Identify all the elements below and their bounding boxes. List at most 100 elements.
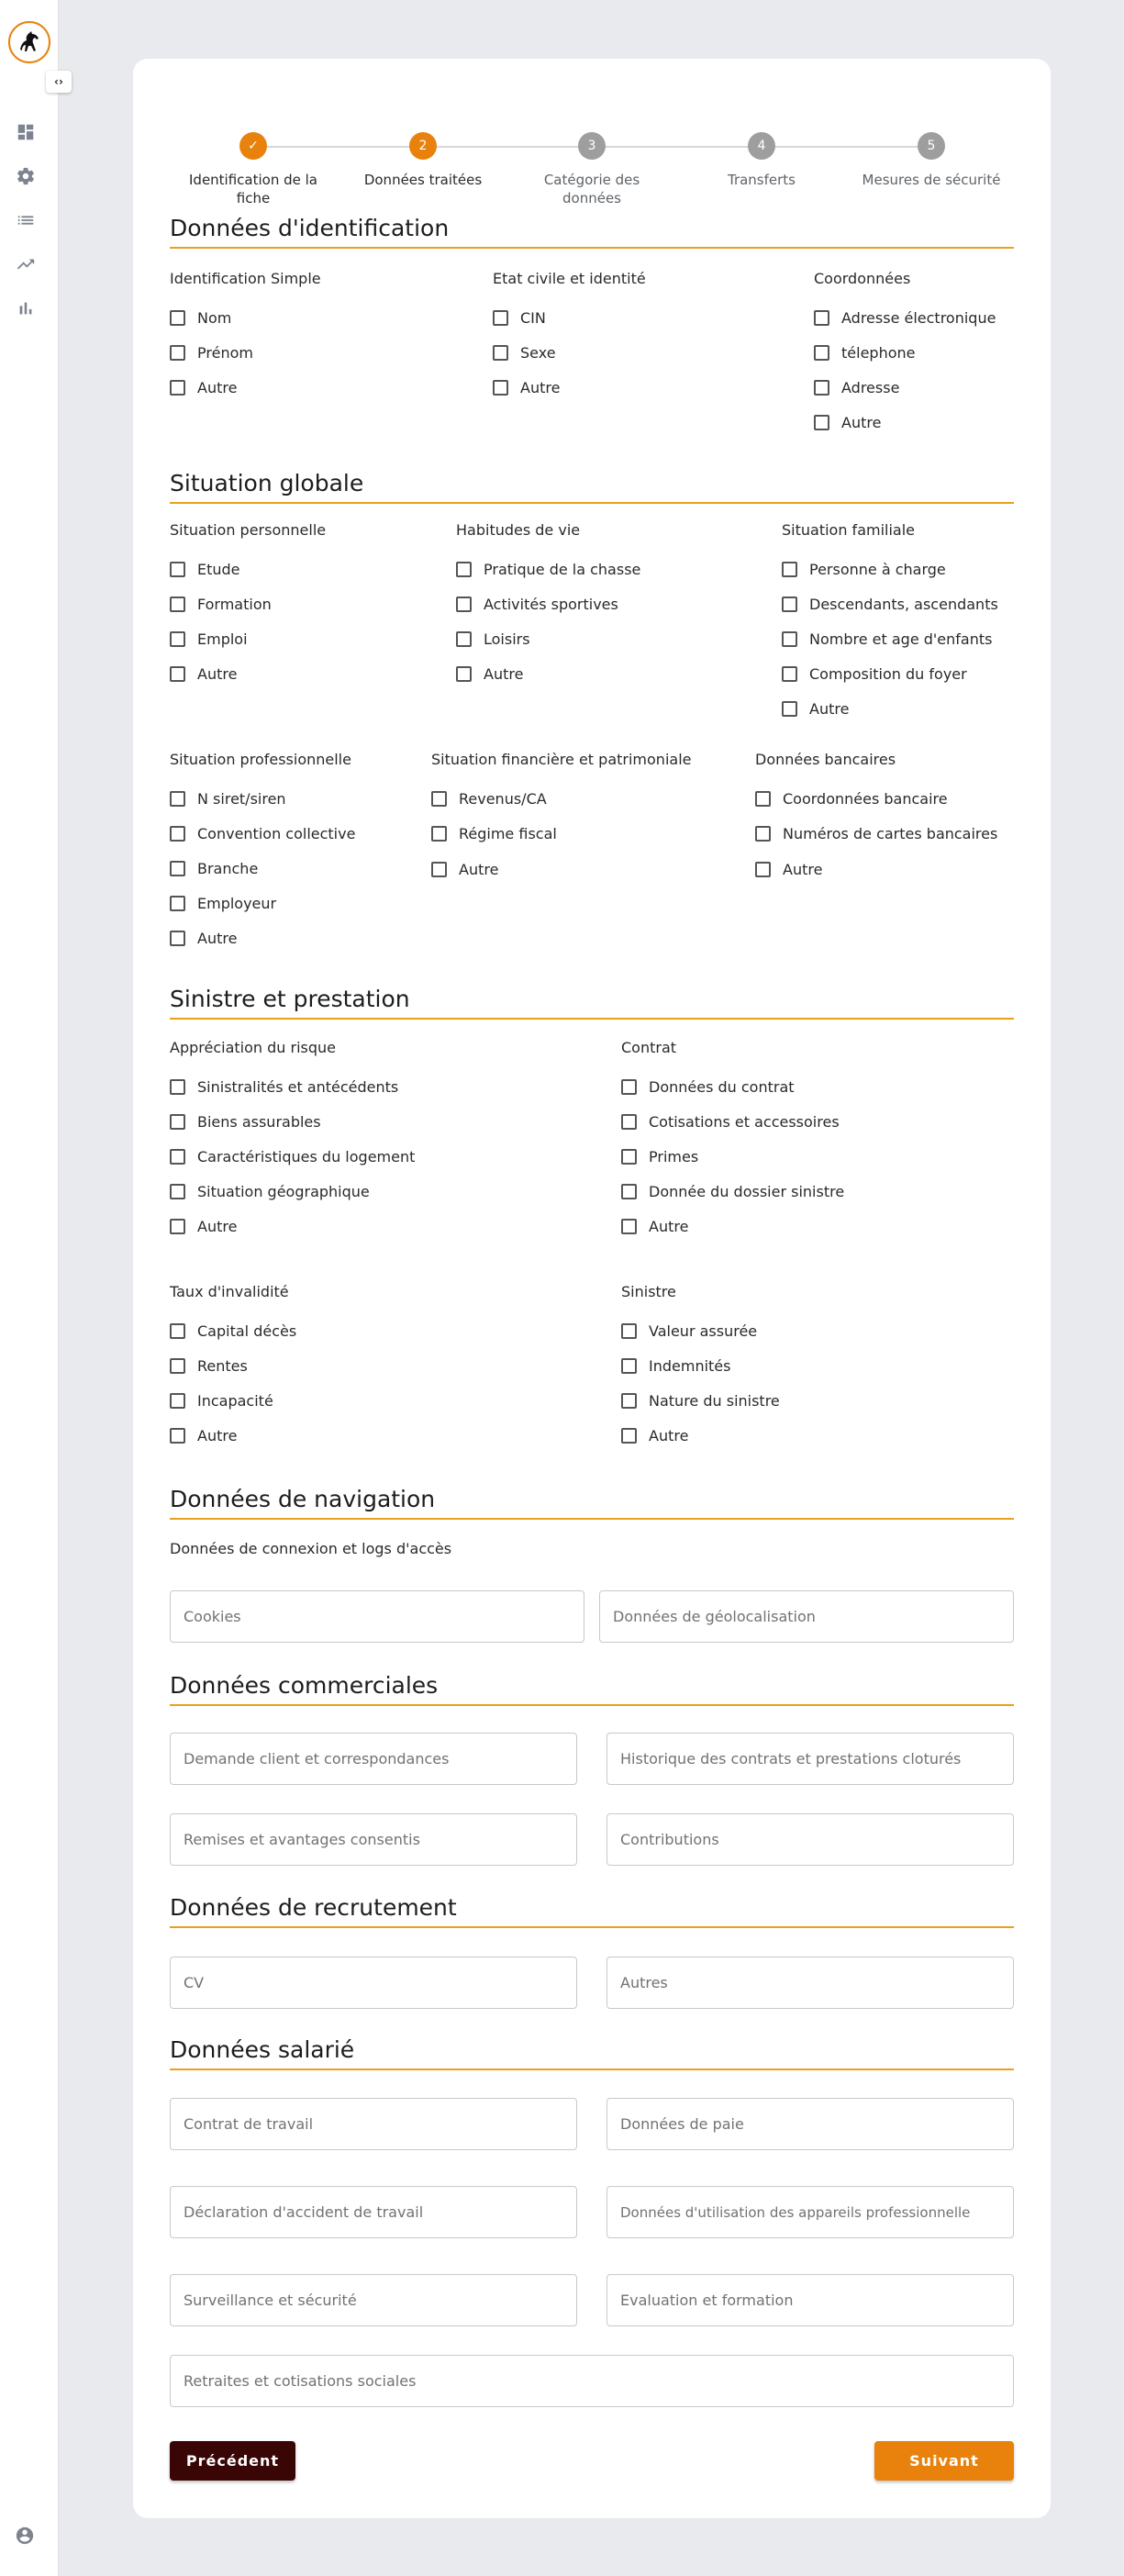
- checkbox-cin[interactable]: CIN: [493, 309, 546, 327]
- checkbox-autre[interactable]: Autre: [814, 414, 881, 431]
- step-label: Transferts: [727, 172, 796, 188]
- checkbox-coordonnees-bancaire[interactable]: Coordonnées bancaire: [755, 790, 948, 808]
- checkbox-autre[interactable]: Autre: [170, 930, 237, 947]
- step-4[interactable]: 4 Transferts: [684, 132, 840, 189]
- navigation-subtitle: Données de connexion et logs d'accès: [170, 1540, 452, 1557]
- checkbox-capital-deces[interactable]: Capital décès: [170, 1322, 296, 1340]
- step-label: Catégorie des données: [543, 172, 640, 206]
- evaluation-field[interactable]: Evaluation et formation: [607, 2274, 1014, 2326]
- checkbox-prenom[interactable]: Prénom: [170, 344, 253, 362]
- dashboard-icon[interactable]: [16, 122, 36, 142]
- checkbox-sport[interactable]: Activités sportives: [456, 596, 618, 613]
- checkbox-composition-foyer[interactable]: Composition du foyer: [782, 665, 967, 683]
- checkbox-cotisations[interactable]: Cotisations et accessoires: [621, 1113, 840, 1131]
- checkbox-autre[interactable]: Autre: [782, 700, 849, 718]
- list-icon[interactable]: [16, 210, 36, 230]
- checkbox-autre[interactable]: Autre: [431, 861, 498, 878]
- checkbox-regime-fiscal[interactable]: Régime fiscal: [431, 825, 557, 842]
- bar-chart-icon[interactable]: [16, 298, 36, 318]
- previous-button[interactable]: Précédent: [170, 2441, 295, 2481]
- group-title: Etat civile et identité: [493, 270, 646, 287]
- surveillance-field[interactable]: Surveillance et sécurité: [170, 2274, 577, 2326]
- checkbox-indemnites[interactable]: Indemnités: [621, 1357, 730, 1375]
- checkbox-descendants[interactable]: Descendants, ascendants: [782, 596, 998, 613]
- checkbox-sinistralites[interactable]: Sinistralités et antécédents: [170, 1078, 398, 1096]
- retraites-field[interactable]: Retraites et cotisations sociales: [170, 2355, 1014, 2407]
- step-number: 5: [918, 132, 945, 160]
- group-title: Habitudes de vie: [456, 521, 581, 539]
- sidebar-toggle-button[interactable]: ‹›: [46, 71, 72, 93]
- historique-contrats-field[interactable]: Historique des contrats et prestations c…: [607, 1733, 1014, 1785]
- checkbox-siret[interactable]: N siret/siren: [170, 790, 286, 808]
- horse-logo-icon[interactable]: [8, 21, 50, 63]
- group-title: Situation personnelle: [170, 521, 327, 539]
- section-title-commerciales: Données commerciales: [170, 1672, 1014, 1706]
- checkbox-autre[interactable]: Autre: [170, 1218, 237, 1235]
- group-title: Coordonnées: [814, 270, 911, 287]
- section-title-situation: Situation globale: [170, 470, 1014, 504]
- autres-field[interactable]: Autres: [607, 1957, 1014, 2009]
- step-5[interactable]: 5 Mesures de sécurité: [853, 132, 1009, 189]
- checkbox-valeur-assuree[interactable]: Valeur assurée: [621, 1322, 757, 1340]
- cookies-field[interactable]: Cookies: [170, 1590, 584, 1643]
- contrat-travail-field[interactable]: Contrat de travail: [170, 2098, 577, 2150]
- checkbox-adresse[interactable]: Adresse: [814, 379, 899, 396]
- checkbox-nombre-enfants[interactable]: Nombre et age d'enfants: [782, 630, 992, 648]
- group-title: Situation familiale: [782, 521, 916, 539]
- checkbox-primes[interactable]: Primes: [621, 1148, 698, 1165]
- section-title-recrutement: Données de recrutement: [170, 1894, 1014, 1928]
- checkbox-telephone[interactable]: télephone: [814, 344, 915, 362]
- checkbox-cartes-bancaires[interactable]: Numéros de cartes bancaires: [755, 825, 997, 842]
- checkbox-convention[interactable]: Convention collective: [170, 825, 355, 842]
- checkbox-dossier-sinistre[interactable]: Donnée du dossier sinistre: [621, 1183, 844, 1200]
- checkbox-personne-charge[interactable]: Personne à charge: [782, 561, 946, 578]
- checkbox-autre[interactable]: Autre: [755, 861, 822, 878]
- step-number: 2: [409, 132, 437, 160]
- checkbox-geographique[interactable]: Situation géographique: [170, 1183, 370, 1200]
- group-title: Taux d'invalidité: [170, 1283, 289, 1300]
- form-card: ✓ Identification de la fiche 2 Données t…: [133, 59, 1051, 2518]
- checkbox-adresse-electronique[interactable]: Adresse électronique: [814, 309, 996, 327]
- checkbox-autre[interactable]: Autre: [621, 1427, 688, 1444]
- remises-field[interactable]: Remises et avantages consentis: [170, 1813, 577, 1866]
- next-button[interactable]: Suivant: [874, 2441, 1014, 2481]
- checkbox-biens-assurables[interactable]: Biens assurables: [170, 1113, 321, 1131]
- checkbox-donnees-contrat[interactable]: Données du contrat: [621, 1078, 795, 1096]
- checkbox-employeur[interactable]: Employeur: [170, 895, 276, 912]
- checkbox-incapacite[interactable]: Incapacité: [170, 1392, 273, 1410]
- donnees-paie-field[interactable]: Données de paie: [607, 2098, 1014, 2150]
- step-label: Identification de la fiche: [189, 172, 317, 206]
- checkbox-autre[interactable]: Autre: [493, 379, 560, 396]
- checkbox-autre[interactable]: Autre: [170, 665, 237, 683]
- checkbox-etude[interactable]: Etude: [170, 561, 240, 578]
- checkbox-nom[interactable]: Nom: [170, 309, 231, 327]
- sidebar: ‹›: [0, 0, 72, 2576]
- checkbox-sexe[interactable]: Sexe: [493, 344, 556, 362]
- account-icon[interactable]: [15, 2526, 35, 2546]
- checkbox-loisirs[interactable]: Loisirs: [456, 630, 530, 648]
- geolocalisation-field[interactable]: Données de géolocalisation: [599, 1590, 1014, 1643]
- checkbox-logement[interactable]: Caractéristiques du logement: [170, 1148, 415, 1165]
- step-1[interactable]: ✓ Identification de la fiche: [175, 132, 331, 207]
- gear-icon[interactable]: [16, 166, 36, 186]
- checkbox-nature-sinistre[interactable]: Nature du sinistre: [621, 1392, 780, 1410]
- checkbox-chasse[interactable]: Pratique de la chasse: [456, 561, 640, 578]
- checkbox-autre[interactable]: Autre: [621, 1218, 688, 1235]
- step-2[interactable]: 2 Données traitées: [345, 132, 501, 189]
- checkbox-formation[interactable]: Formation: [170, 596, 272, 613]
- checkbox-emploi[interactable]: Emploi: [170, 630, 248, 648]
- contributions-field[interactable]: Contributions: [607, 1813, 1014, 1866]
- cv-field[interactable]: CV: [170, 1957, 577, 2009]
- step-3[interactable]: 3 Catégorie des données: [514, 132, 670, 207]
- checkbox-autre[interactable]: Autre: [170, 379, 237, 396]
- group-title: Appréciation du risque: [170, 1039, 336, 1056]
- checkbox-autre[interactable]: Autre: [170, 1427, 237, 1444]
- trending-icon[interactable]: [16, 254, 36, 274]
- checkbox-revenus[interactable]: Revenus/CA: [431, 790, 547, 808]
- checkbox-rentes[interactable]: Rentes: [170, 1357, 248, 1375]
- checkbox-autre[interactable]: Autre: [456, 665, 523, 683]
- checkbox-branche[interactable]: Branche: [170, 860, 258, 877]
- appareils-professionnels-field[interactable]: Données d'utilisation des appareils prof…: [607, 2186, 1014, 2238]
- accident-travail-field[interactable]: Déclaration d'accident de travail: [170, 2186, 577, 2238]
- demande-client-field[interactable]: Demande client et correspondances: [170, 1733, 577, 1785]
